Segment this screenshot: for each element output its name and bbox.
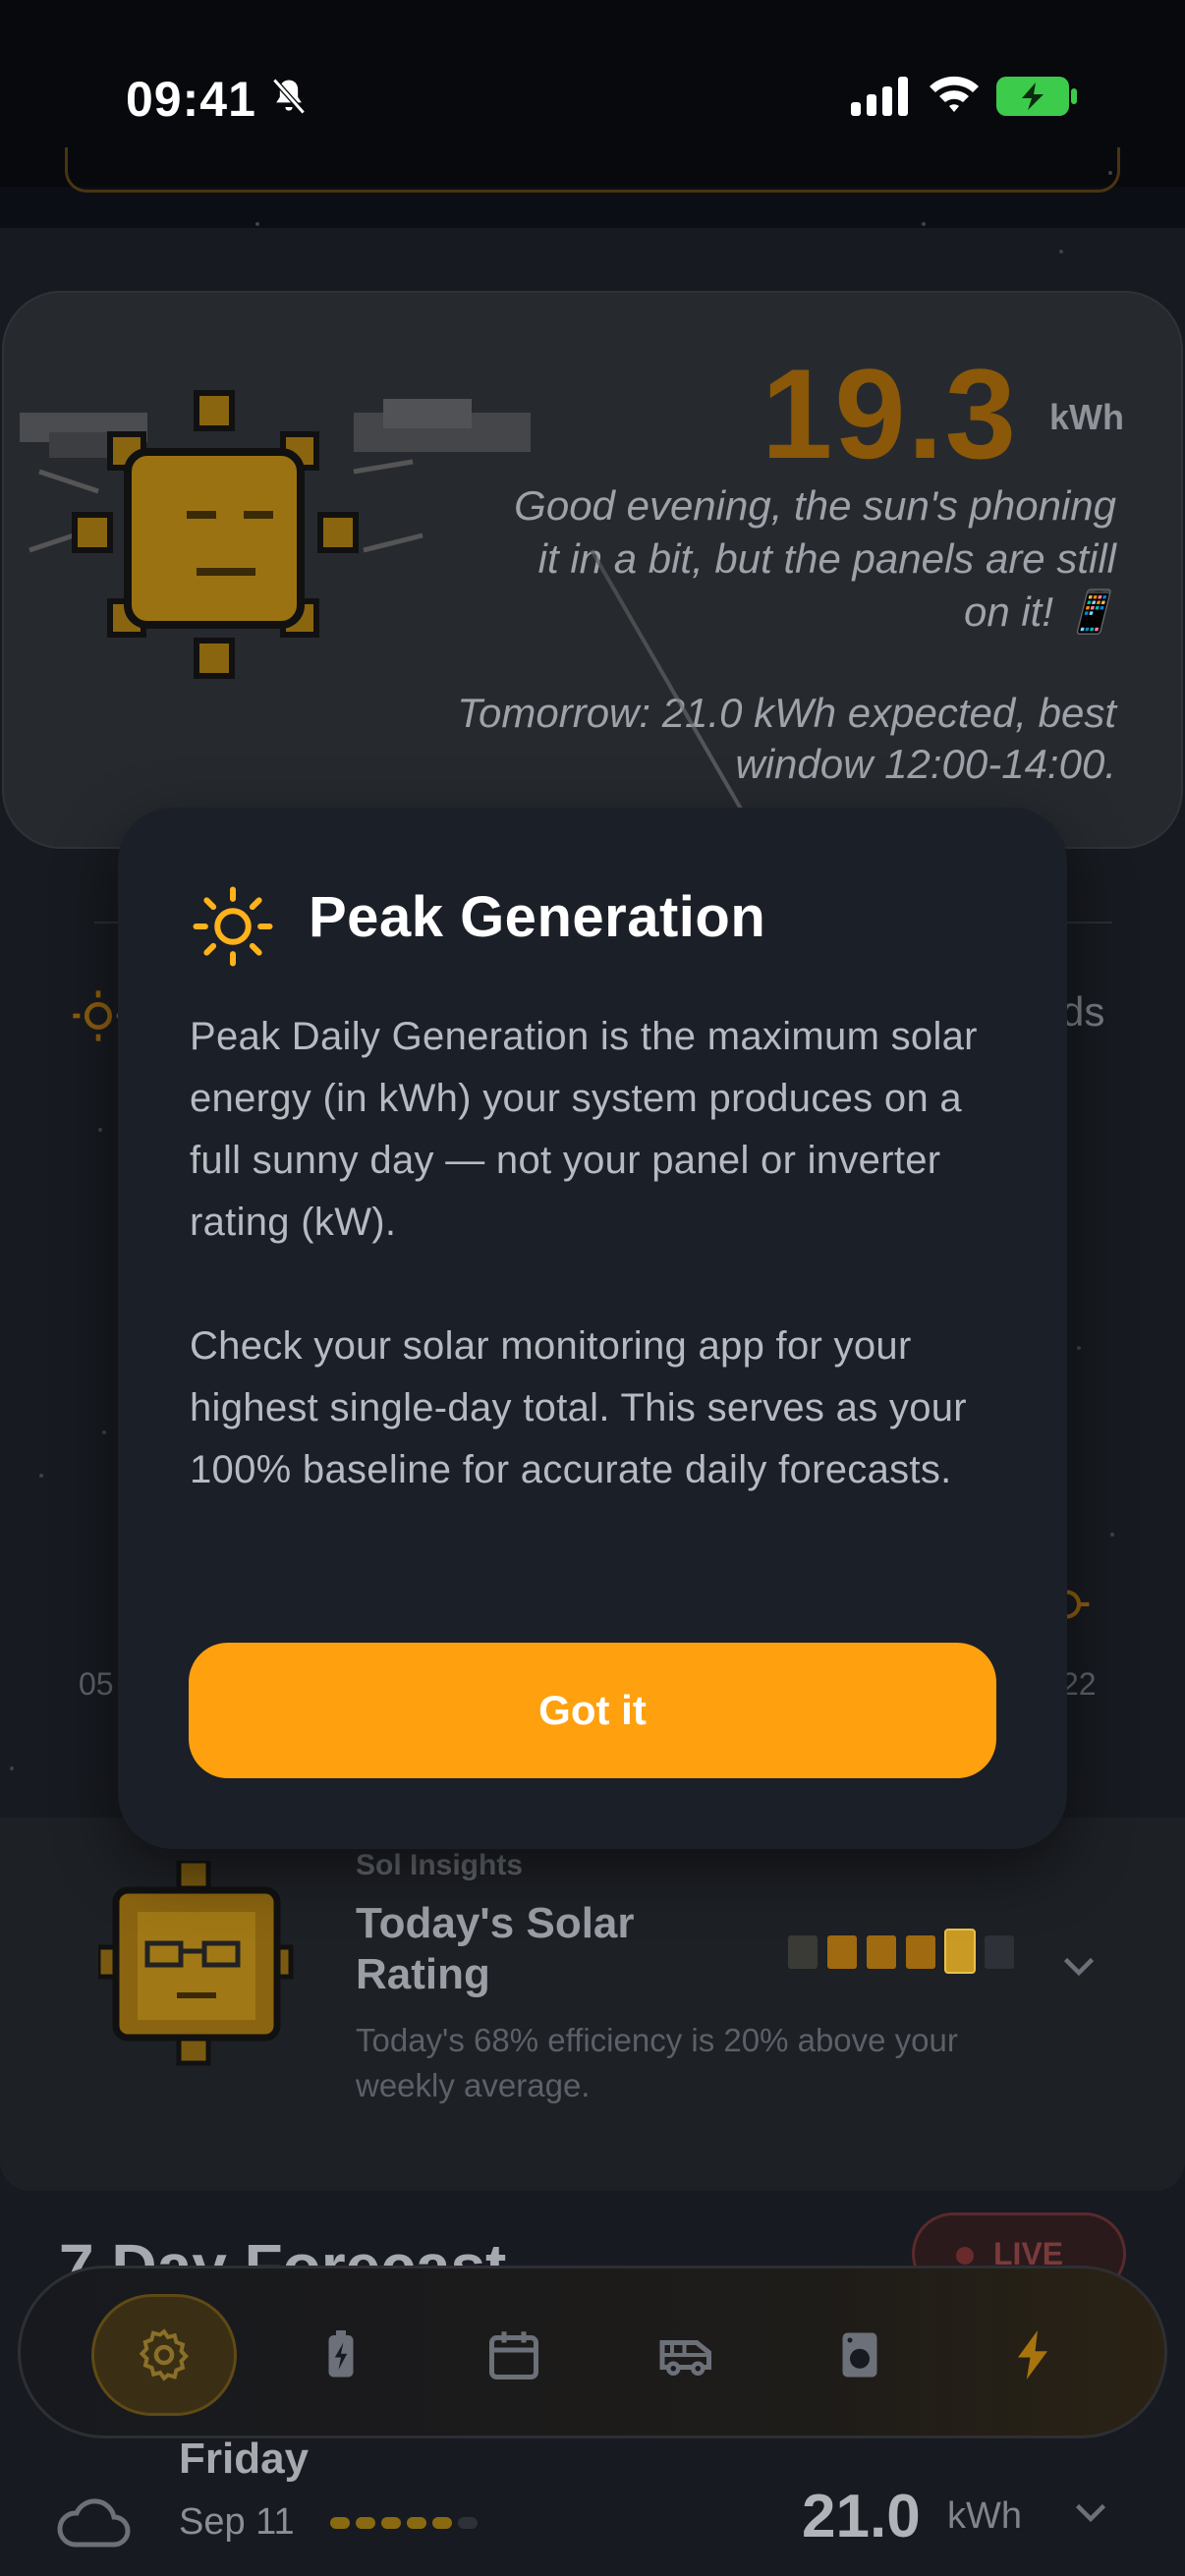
chart-axis-start: 05	[79, 1666, 114, 1702]
modal-paragraph: Peak Daily Generation is the maximum sol…	[190, 1015, 978, 1244]
insights-kicker: Sol Insights	[356, 1849, 524, 1881]
forecast-day-unit: kWh	[947, 2495, 1022, 2537]
energy-unit: kWh	[1049, 397, 1124, 437]
tab-calendar[interactable]	[441, 2294, 587, 2416]
forecast-day-date: Sep 11	[179, 2501, 295, 2543]
live-dot	[956, 2247, 974, 2265]
battery-charging-icon	[996, 77, 1077, 116]
energy-value: 19.3	[761, 342, 1018, 485]
tab-bar	[18, 2266, 1167, 2438]
tab-battery[interactable]	[268, 2294, 414, 2416]
sun-icon	[193, 886, 273, 967]
pixel-sun-glasses-icon	[98, 1861, 294, 2066]
tomorrow-forecast-text: Tomorrow: 21.0 kWh expected, best window…	[457, 690, 1116, 787]
van-icon	[659, 2340, 711, 2376]
top-ghost-bar	[65, 147, 1120, 193]
rating-segment	[906, 1935, 935, 1969]
tab-energy[interactable]	[960, 2294, 1105, 2416]
cellular-signal-icon	[851, 77, 908, 116]
rating-segment	[985, 1935, 1014, 1969]
battery-icon	[328, 2330, 354, 2378]
forecast-day-value: 21.0	[802, 2483, 921, 2550]
greeting-text: Good evening, the sun's phoning it in a …	[514, 482, 1116, 635]
forecast-day-name[interactable]: Friday	[179, 2435, 309, 2484]
modal-paragraph: Check your solar monitoring app for your…	[190, 1324, 967, 1491]
cloud-icon	[57, 2498, 131, 2548]
settings-icon	[139, 2328, 190, 2381]
chevron-down-icon[interactable]	[1073, 2501, 1108, 2525]
tab-appliance[interactable]	[787, 2294, 932, 2416]
modal-body: Peak Daily Generation is the maximum sol…	[190, 1006, 1015, 1563]
insights-description: Today's 68% efficiency is 20% above your…	[356, 2022, 958, 2103]
rating-segment	[867, 1935, 896, 1969]
status-time: 09:41	[126, 72, 256, 127]
rating-segment	[827, 1935, 857, 1969]
tab-settings[interactable]	[91, 2294, 237, 2416]
bell-off-icon	[272, 78, 306, 115]
solar-rating-meter	[788, 1929, 1014, 1974]
peak-generation-modal: Peak Generation Peak Daily Generation is…	[118, 808, 1067, 1849]
pixel-sun-face-icon	[20, 390, 531, 679]
got-it-button[interactable]: Got it	[189, 1643, 996, 1778]
calendar-icon	[489, 2331, 538, 2380]
tab-vehicle[interactable]	[614, 2294, 760, 2416]
rating-segment	[788, 1935, 818, 1969]
chevron-down-icon[interactable]	[1061, 1955, 1097, 1979]
modal-title: Peak Generation	[309, 885, 766, 949]
partial-section-text: ds	[1061, 988, 1105, 1035]
insights-title: Today's Solar Rating	[356, 1899, 635, 1998]
washer-icon	[842, 2332, 877, 2378]
rating-segment	[944, 1929, 976, 1974]
forecast-rating-dots	[330, 2517, 478, 2529]
lightning-icon	[1018, 2330, 1047, 2380]
wifi-icon	[930, 76, 979, 112]
